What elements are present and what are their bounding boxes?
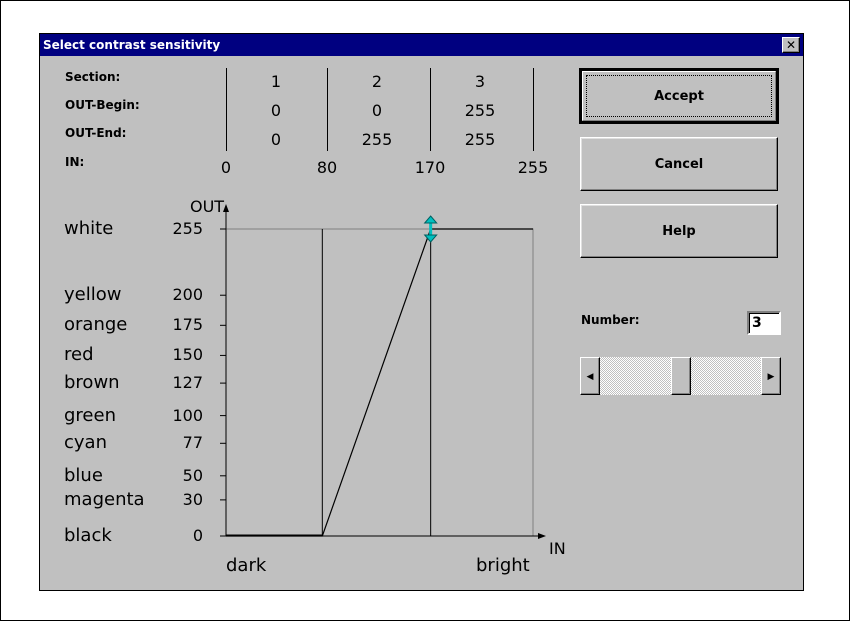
plot-frame <box>225 228 534 537</box>
x-left-label: dark <box>226 555 267 576</box>
contrast-curve <box>226 228 533 537</box>
help-button-label: Help <box>662 223 696 239</box>
scroll-right-button[interactable]: ▶ <box>761 357 781 395</box>
x-right-label: bright <box>476 555 530 576</box>
scroll-left-button[interactable]: ◀ <box>580 357 600 395</box>
number-scrollbar[interactable]: ◀ ▶ <box>580 357 781 395</box>
scroll-thumb[interactable] <box>670 357 691 395</box>
arrow-left-icon: ◀ <box>586 370 594 381</box>
arrow-right-icon: ▶ <box>767 370 775 381</box>
cancel-button[interactable]: Cancel <box>580 137 778 191</box>
handle-up-arrow-icon[interactable] <box>423 215 438 224</box>
help-button[interactable]: Help <box>580 204 778 258</box>
number-label: Number: <box>581 313 640 327</box>
cancel-button-label: Cancel <box>654 156 704 172</box>
number-field[interactable]: 3 <box>747 311 781 335</box>
x-axis-arrow-icon <box>538 533 546 539</box>
accept-button[interactable]: Accept <box>579 68 779 124</box>
y-axis-arrow-icon <box>223 204 229 212</box>
accept-button-label: Accept <box>654 88 704 104</box>
x-axis-label: IN <box>549 539 566 558</box>
